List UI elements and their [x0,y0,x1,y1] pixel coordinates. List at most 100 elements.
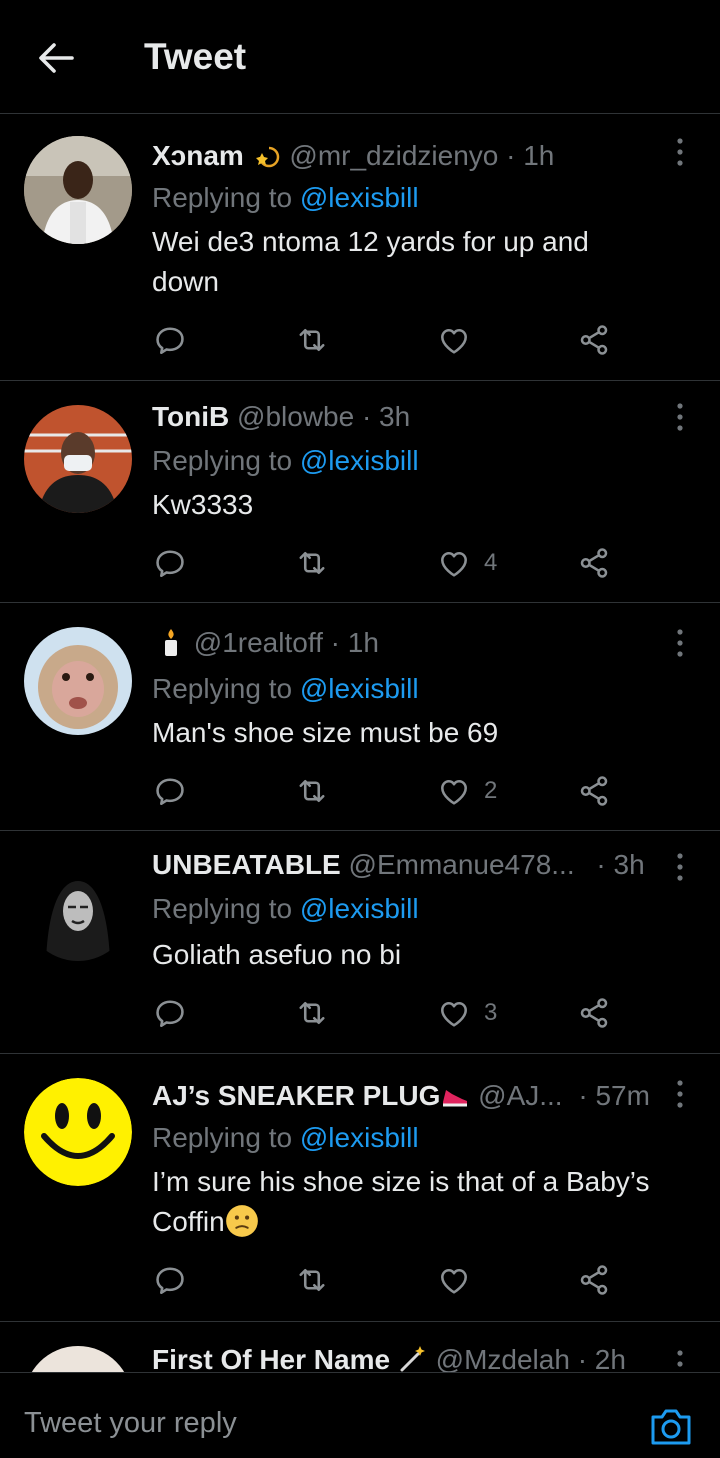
avatar[interactable] [24,1078,132,1186]
user-handle[interactable]: @mr_dzidzienyo [289,140,498,171]
mention-link[interactable]: @lexisbill [300,893,419,924]
retweet-icon [294,1262,330,1298]
candle-emoji-icon [165,629,177,656]
display-name[interactable]: UNBEATABLE [152,849,341,880]
share-button[interactable] [576,993,612,1033]
more-options-icon[interactable] [668,1078,692,1110]
share-icon [576,1262,612,1298]
tweet-text: Kw3333 [152,489,254,520]
retweet-icon [294,995,330,1031]
avatar[interactable] [24,405,132,513]
share-button[interactable] [576,320,612,360]
timestamp: · 2h [577,1344,626,1375]
tweet-meta: AJ’s SNEAKER PLUG @AJ... · 57m [152,1080,652,1112]
back-arrow-icon[interactable] [36,38,76,78]
share-button[interactable] [576,771,612,811]
retweet-icon [294,545,330,581]
tweet-actions: 3 [152,993,622,1033]
magic-wand-emoji-icon [400,1346,425,1372]
user-handle[interactable]: @Emmanue478... [349,849,575,880]
camera-icon[interactable] [648,1403,694,1449]
retweet-button[interactable] [294,993,330,1033]
retweet-button[interactable] [294,320,330,360]
mention-link[interactable]: @lexisbill [300,1122,419,1153]
tweet-meta: @1realtoff · 1h [152,627,379,659]
like-count: 2 [484,777,498,804]
reply-icon [152,1262,188,1298]
retweet-button[interactable] [294,1260,330,1300]
tweet-actions: 2 [152,771,622,811]
like-button[interactable]: 3 [436,993,497,1033]
reply-button[interactable] [152,1260,188,1300]
share-icon [576,545,612,581]
more-options-icon[interactable] [668,627,692,659]
timestamp: · 57m [578,1080,650,1111]
mention-link[interactable]: @lexisbill [300,673,419,704]
more-options-icon[interactable] [668,401,692,433]
reply-button[interactable] [152,771,188,811]
user-handle[interactable]: @AJ... [478,1080,562,1111]
tweet-meta: Xɔnam @mr_dzidzienyo · 1h [152,140,554,172]
tweet-meta: ToniB @blowbe · 3h [152,401,410,433]
avatar[interactable] [24,136,132,244]
tweet-text: I’m sure his shoe size is that of a Baby… [152,1162,702,1242]
reply-tweet[interactable]: AJ’s SNEAKER PLUG @AJ... · 57m Replying … [0,1054,720,1322]
reply-tweet[interactable]: @1realtoff · 1h Replying to @lexisbill M… [0,603,720,831]
mention-link[interactable]: @lexisbill [300,445,419,476]
like-count: 3 [484,999,498,1026]
top-app-bar: Tweet [0,0,720,114]
replies-list: Xɔnam @mr_dzidzienyo · 1h Replying to @l… [0,114,720,1454]
like-button[interactable] [436,320,484,360]
reply-button[interactable] [152,993,188,1033]
retweet-icon [294,322,330,358]
page-title: Tweet [144,36,247,77]
replying-to: Replying to @lexisbill [152,1122,419,1154]
like-button[interactable] [436,1260,484,1300]
display-name[interactable]: Xɔnam [152,140,244,171]
share-icon [576,995,612,1031]
tweet-actions: 4 [152,543,622,583]
retweet-icon [294,773,330,809]
like-button[interactable]: 2 [436,771,497,811]
reply-icon [152,322,188,358]
retweet-button[interactable] [294,543,330,583]
reply-tweet[interactable]: ToniB @blowbe · 3h Replying to @lexisbil… [0,381,720,603]
reply-input[interactable]: Tweet your reply [24,1407,237,1440]
replying-to: Replying to @lexisbill [152,182,419,214]
tweet-meta: UNBEATABLE @Emmanue478... · 3h [152,849,682,881]
like-icon [436,545,472,581]
avatar[interactable] [24,627,132,735]
sneaker-emoji-icon [443,1090,468,1107]
tweet-text: Goliath asefuo no bi [152,939,402,970]
replying-prefix: Replying to [152,445,300,476]
share-button[interactable] [576,1260,612,1300]
reply-button[interactable] [152,320,188,360]
like-count: 4 [484,549,498,576]
display-name[interactable]: First Of Her Name [152,1344,390,1375]
user-handle[interactable]: @1realtoff [194,627,323,658]
dizzy-emoji-icon [255,146,279,168]
reply-icon [152,545,188,581]
replying-prefix: Replying to [152,673,300,704]
reply-button[interactable] [152,543,188,583]
retweet-button[interactable] [294,771,330,811]
reply-tweet[interactable]: UNBEATABLE @Emmanue478... · 3h Replying … [0,831,720,1054]
timestamp: · 1h [506,140,555,171]
reply-tweet[interactable]: Xɔnam @mr_dzidzienyo · 1h Replying to @l… [0,114,720,381]
like-button[interactable]: 4 [436,543,497,583]
display-name[interactable]: AJ’s SNEAKER PLUG [152,1080,440,1111]
tweet-actions [152,1260,622,1300]
avatar[interactable] [24,853,132,961]
reply-composer[interactable]: Tweet your reply [0,1372,720,1458]
user-handle[interactable]: @Mzdelah [436,1344,570,1375]
user-handle[interactable]: @blowbe [237,401,354,432]
more-options-icon[interactable] [668,136,692,168]
timestamp: · 3h [361,401,411,432]
more-options-icon[interactable] [668,851,692,883]
replying-prefix: Replying to [152,182,300,213]
mention-link[interactable]: @lexisbill [300,182,419,213]
timestamp: · 1h [330,627,379,658]
replying-prefix: Replying to [152,1122,300,1153]
display-name[interactable]: ToniB [152,401,229,432]
share-button[interactable] [576,543,612,583]
